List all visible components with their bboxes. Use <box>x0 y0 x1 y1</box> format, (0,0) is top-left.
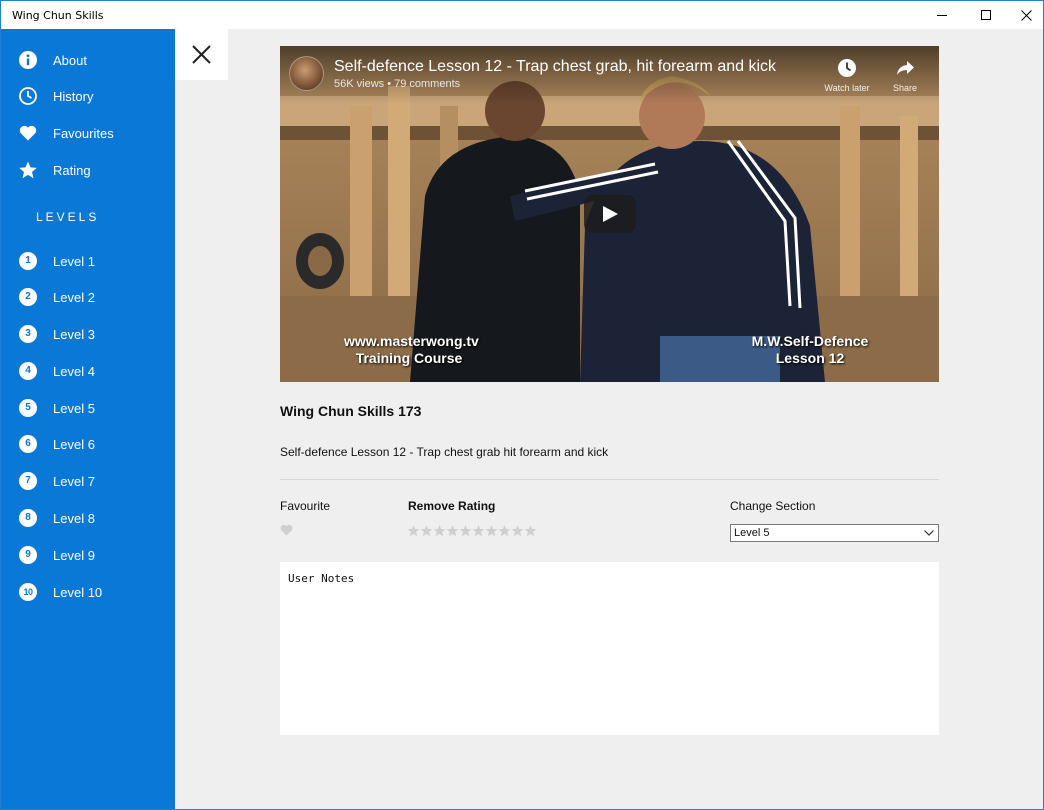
share-button[interactable]: Share <box>875 58 935 98</box>
section-dropdown[interactable]: Level 5 <box>730 524 939 542</box>
rating-stars <box>407 524 537 540</box>
change-section-label: Change Section <box>730 499 816 513</box>
rating-star-icon[interactable] <box>472 524 485 538</box>
sidebar-item-level-2[interactable]: 2 Level 2 <box>1 280 175 314</box>
sidebar-item-label: Level 6 <box>53 437 95 452</box>
watermark-line: M.W.Self-Defence <box>751 333 869 349</box>
sidebar-item-level-1[interactable]: 1 Level 1 <box>1 244 175 278</box>
sidebar-item-label: Level 5 <box>53 401 95 416</box>
level-number-icon: 5 <box>19 399 37 417</box>
sidebar-item-label: Rating <box>53 163 91 178</box>
sidebar-item-level-9[interactable]: 9 Level 9 <box>1 538 175 572</box>
video-player[interactable]: Self-defence Lesson 12 - Trap chest grab… <box>280 46 939 382</box>
level-number-icon: 10 <box>19 583 37 601</box>
video-watermark-left: www.masterwong.tv Training Course <box>344 333 479 367</box>
favourite-heart-icon[interactable] <box>280 524 293 536</box>
video-watermark-right: M.W.Self-Defence Lesson 12 <box>740 333 880 367</box>
sidebar-item-level-4[interactable]: 4 Level 4 <box>1 354 175 388</box>
watermark-line: Lesson 12 <box>775 350 845 366</box>
close-icon <box>1021 10 1032 21</box>
divider <box>280 479 939 480</box>
sidebar-item-label: Level 8 <box>53 511 95 526</box>
watch-later-label: Watch later <box>824 83 870 93</box>
sidebar-item-rating[interactable]: Rating <box>1 153 175 187</box>
video-meta: 56K views • 79 comments <box>334 78 461 90</box>
section-dropdown-value: Level 5 <box>734 527 770 539</box>
minimize-button[interactable] <box>919 1 965 29</box>
rating-star-icon[interactable] <box>420 524 433 538</box>
clock-icon <box>838 59 856 77</box>
rating-star-icon[interactable] <box>446 524 459 538</box>
sidebar-item-label: Level 3 <box>53 327 95 342</box>
channel-avatar[interactable] <box>289 56 324 91</box>
sidebar-item-label: Level 2 <box>53 290 95 305</box>
play-button[interactable] <box>584 195 636 233</box>
remove-rating-button[interactable]: Remove Rating <box>408 499 495 513</box>
share-label: Share <box>892 83 918 93</box>
item-title: Wing Chun Skills 173 <box>280 403 422 419</box>
level-number-icon: 1 <box>19 252 37 270</box>
sidebar-item-label: Level 9 <box>53 548 95 563</box>
chevron-down-icon <box>924 530 934 536</box>
play-icon <box>603 206 618 222</box>
rating-star-icon[interactable] <box>498 524 511 538</box>
favourite-label: Favourite <box>280 499 331 513</box>
level-number-icon: 8 <box>19 509 37 527</box>
level-number-icon: 9 <box>19 546 37 564</box>
rating-star-icon[interactable] <box>485 524 498 538</box>
sidebar-item-label: History <box>53 89 94 104</box>
rating-star-icon[interactable] <box>524 524 537 538</box>
sidebar-item-level-3[interactable]: 3 Level 3 <box>1 317 175 351</box>
maximize-icon <box>981 10 991 20</box>
app-title: Wing Chun Skills <box>12 9 104 22</box>
level-number-icon: 2 <box>19 288 37 306</box>
sidebar-item-label: Level 4 <box>53 364 95 379</box>
sidebar: About History Favourites Rating LEVELS 1… <box>1 29 175 809</box>
sidebar-item-label: Favourites <box>53 126 114 141</box>
level-number-icon: 6 <box>19 435 37 453</box>
info-icon <box>19 51 37 69</box>
video-title[interactable]: Self-defence Lesson 12 - Trap chest grab… <box>334 58 776 76</box>
sidebar-item-level-8[interactable]: 8 Level 8 <box>1 501 175 535</box>
watermark-line: www.masterwong.tv <box>344 333 479 349</box>
clock-icon <box>19 87 37 105</box>
sidebar-item-level-10[interactable]: 10 Level 10 <box>1 575 175 609</box>
sidebar-item-level-5[interactable]: 5 Level 5 <box>1 391 175 425</box>
level-number-icon: 4 <box>19 362 37 380</box>
rating-star-icon[interactable] <box>459 524 472 538</box>
close-detail-button[interactable] <box>175 29 228 80</box>
user-notes-field[interactable] <box>280 562 939 735</box>
level-number-icon: 3 <box>19 325 37 343</box>
sidebar-item-history[interactable]: History <box>1 79 175 113</box>
sidebar-item-level-6[interactable]: 6 Level 6 <box>1 427 175 461</box>
close-icon <box>192 45 211 64</box>
star-icon <box>19 161 37 179</box>
sidebar-item-about[interactable]: About <box>1 43 175 77</box>
minimize-icon <box>937 15 947 16</box>
sidebar-item-level-7[interactable]: 7 Level 7 <box>1 464 175 498</box>
watch-later-button[interactable]: Watch later <box>817 58 877 98</box>
window-close-button[interactable] <box>1003 1 1043 29</box>
sidebar-item-favourites[interactable]: Favourites <box>1 116 175 150</box>
item-description: Self-defence Lesson 12 - Trap chest grab… <box>280 445 609 459</box>
watermark-line: Training Course <box>355 350 463 366</box>
rating-star-icon[interactable] <box>407 524 420 538</box>
levels-heading: LEVELS <box>36 210 100 224</box>
rating-star-icon[interactable] <box>433 524 446 538</box>
rating-star-icon[interactable] <box>511 524 524 538</box>
title-bar: Wing Chun Skills <box>1 1 1043 29</box>
sidebar-item-label: Level 1 <box>53 254 95 269</box>
app-window: Wing Chun Skills About History Favourite… <box>0 0 1044 810</box>
heart-icon <box>19 125 37 141</box>
share-icon <box>897 61 914 75</box>
sidebar-item-label: Level 7 <box>53 474 95 489</box>
sidebar-item-label: About <box>53 53 87 68</box>
level-number-icon: 7 <box>19 472 37 490</box>
sidebar-item-label: Level 10 <box>53 585 103 600</box>
